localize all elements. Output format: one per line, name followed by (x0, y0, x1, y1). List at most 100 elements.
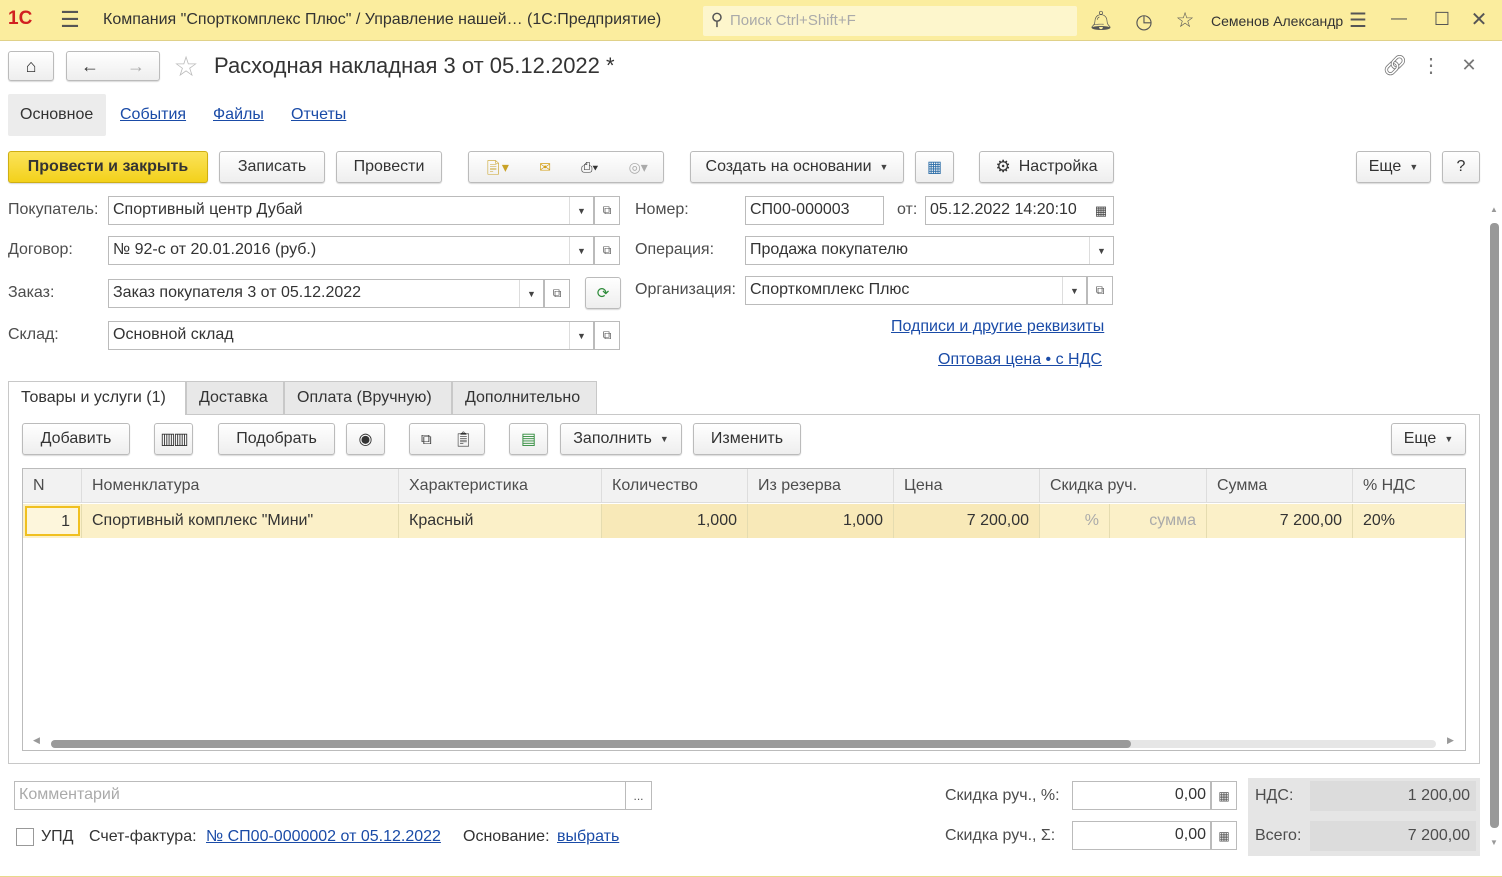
tab-goods[interactable]: Товары и услуги (1) (8, 381, 186, 415)
chevron-down-icon[interactable]: ▼ (1089, 237, 1113, 264)
discount-pct-field[interactable]: 0,00 (1072, 781, 1211, 810)
comment-expand-button[interactable]: ... (625, 781, 652, 810)
chevron-down-icon[interactable]: ▼ (1062, 277, 1086, 304)
settings-menu-icon[interactable]: ☰ (1347, 9, 1369, 32)
tab-events[interactable]: События (120, 106, 186, 124)
link-icon[interactable]: 🔗︎ (1382, 53, 1408, 77)
col-header-n[interactable]: N (23, 469, 82, 503)
print-icon[interactable]: ⎙▾ (581, 159, 598, 176)
upd-checkbox[interactable] (16, 828, 34, 846)
bell-icon[interactable]: 🔔︎ (1089, 9, 1113, 33)
post-and-close-button[interactable]: Провести и закрыть (8, 151, 208, 183)
vertical-scrollbar[interactable] (1490, 223, 1499, 828)
paste-icon[interactable]: 📋︎ (454, 430, 473, 448)
pick-button[interactable]: Подобрать (218, 423, 335, 455)
minimize-icon[interactable]: — (1388, 8, 1410, 30)
more-vertical-icon[interactable]: ⋮ (1420, 53, 1442, 77)
tab-additional[interactable]: Дополнительно (452, 381, 597, 414)
eds-icon[interactable]: ◎▾ (629, 159, 648, 176)
email-icon[interactable]: ✉ (539, 159, 551, 176)
back-arrow-icon[interactable]: ← (81, 56, 99, 77)
col-header-qty[interactable]: Количество (602, 469, 748, 503)
menu-icon[interactable]: ☰ (58, 7, 82, 32)
cell-sum[interactable]: 7 200,00 (1207, 504, 1353, 538)
fill-from-order-button[interactable]: ⟳ (585, 277, 621, 309)
open-buyer-button[interactable]: ⧉ (594, 196, 620, 225)
view-button[interactable]: ◉ (346, 423, 385, 455)
home-button[interactable]: ⌂ (8, 51, 54, 81)
cell-char[interactable]: Красный (399, 504, 602, 538)
table-more-button[interactable]: Еще ▼ (1391, 423, 1466, 455)
scroll-left-icon[interactable]: ◀ (33, 735, 40, 746)
chevron-down-icon[interactable]: ▼ (569, 237, 593, 264)
operation-field[interactable]: Продажа покупателю ▼ (745, 236, 1114, 265)
save-button[interactable]: Записать (219, 151, 325, 183)
cell-disc-sum[interactable]: сумма (1110, 504, 1207, 538)
chevron-down-icon[interactable]: ▼ (519, 280, 543, 307)
comment-input[interactable]: Комментарий (14, 781, 626, 810)
scroll-right-icon[interactable]: ▶ (1447, 735, 1454, 746)
bookmark-star-icon[interactable]: ☆ (170, 50, 202, 82)
close-window-icon[interactable]: ✕ (1468, 7, 1490, 31)
horizontal-scrollbar[interactable] (51, 740, 1436, 748)
post-button[interactable]: Провести (336, 151, 442, 183)
number-field[interactable]: СП00-000003 (745, 196, 884, 225)
chevron-down-icon[interactable]: ▼ (569, 322, 593, 349)
excel-load-button[interactable]: ▤ (509, 423, 548, 455)
calculator-button[interactable]: ▦ (1211, 781, 1237, 810)
copy-icon[interactable]: ⧉ (421, 431, 432, 448)
invoice-link[interactable]: № СП00-0000002 от 05.12.2022 (206, 828, 441, 846)
settings-button[interactable]: ⚙ Настройка (979, 151, 1114, 183)
chevron-down-icon[interactable]: ▼ (569, 197, 593, 224)
create-based-on-button[interactable]: Создать на основании ▼ (690, 151, 904, 183)
user-name[interactable]: Семенов Александр (1211, 13, 1343, 29)
col-header-char[interactable]: Характеристика (399, 469, 602, 503)
cell-qty[interactable]: 1,000 (602, 504, 748, 538)
col-header-price[interactable]: Цена (894, 469, 1040, 503)
cell-disc-pct[interactable]: % (1040, 504, 1110, 538)
cell-item[interactable]: Спортивный комплекс "Мини" (82, 504, 399, 538)
barcode-button[interactable]: ▥▥ (154, 423, 193, 455)
contract-field[interactable]: № 92-с от 20.01.2016 (руб.) ▼ (108, 236, 594, 265)
calendar-icon[interactable]: ▦ (1089, 197, 1113, 224)
signatures-link[interactable]: Подписи и другие реквизиты (891, 318, 1104, 336)
col-header-sum[interactable]: Сумма (1207, 469, 1353, 503)
cell-reserve[interactable]: 1,000 (748, 504, 894, 538)
cell-vat[interactable]: 20% (1353, 504, 1465, 538)
fill-button[interactable]: Заполнить ▼ (560, 423, 682, 455)
tab-main[interactable]: Основное (8, 94, 106, 136)
cell-n[interactable]: 1 (25, 506, 80, 536)
open-contract-button[interactable]: ⧉ (594, 236, 620, 265)
open-order-button[interactable]: ⧉ (544, 279, 570, 308)
tab-reports[interactable]: Отчеты (291, 106, 346, 124)
col-header-vat[interactable]: % НДС (1353, 469, 1465, 503)
search-box[interactable]: ⚲ Поиск Ctrl+Shift+F (703, 6, 1077, 36)
more-button[interactable]: Еще ▼ (1356, 151, 1431, 183)
discount-sum-field[interactable]: 0,00 (1072, 821, 1211, 850)
nav-back-forward[interactable]: ← → (66, 51, 160, 81)
col-header-reserve[interactable]: Из резерва (748, 469, 894, 503)
tab-payment[interactable]: Оплата (Вручную) (284, 381, 452, 414)
change-button[interactable]: Изменить (693, 423, 801, 455)
col-header-discount[interactable]: Скидка руч. (1040, 469, 1207, 503)
cell-price[interactable]: 7 200,00 (894, 504, 1040, 538)
scrollbar-thumb[interactable] (51, 740, 1131, 748)
warehouse-field[interactable]: Основной склад ▼ (108, 321, 594, 350)
forward-arrow-icon[interactable]: → (127, 56, 145, 77)
order-field[interactable]: Заказ покупателя 3 от 05.12.2022 ▼ (108, 279, 544, 308)
goods-table[interactable]: N Номенклатура Характеристика Количество… (22, 468, 1466, 751)
date-field[interactable]: 05.12.2022 14:20:10 ▦ (925, 196, 1114, 225)
price-type-link[interactable]: Оптовая цена • с НДС (938, 351, 1102, 369)
help-button[interactable]: ? (1442, 151, 1480, 183)
search-input[interactable]: Поиск Ctrl+Shift+F (730, 12, 856, 29)
structure-button[interactable]: ▦ (915, 151, 954, 183)
maximize-icon[interactable]: ☐ (1431, 8, 1453, 30)
close-form-icon[interactable]: ✕ (1458, 53, 1480, 77)
add-row-button[interactable]: Добавить (22, 423, 130, 455)
tab-files[interactable]: Файлы (213, 106, 264, 124)
open-warehouse-button[interactable]: ⧉ (594, 321, 620, 350)
document-add-icon[interactable]: 📄︎▾ (484, 159, 509, 176)
history-icon[interactable]: ◷ (1132, 9, 1156, 33)
scroll-down-icon[interactable]: ▼ (1490, 838, 1498, 847)
basis-link[interactable]: выбрать (557, 828, 619, 846)
